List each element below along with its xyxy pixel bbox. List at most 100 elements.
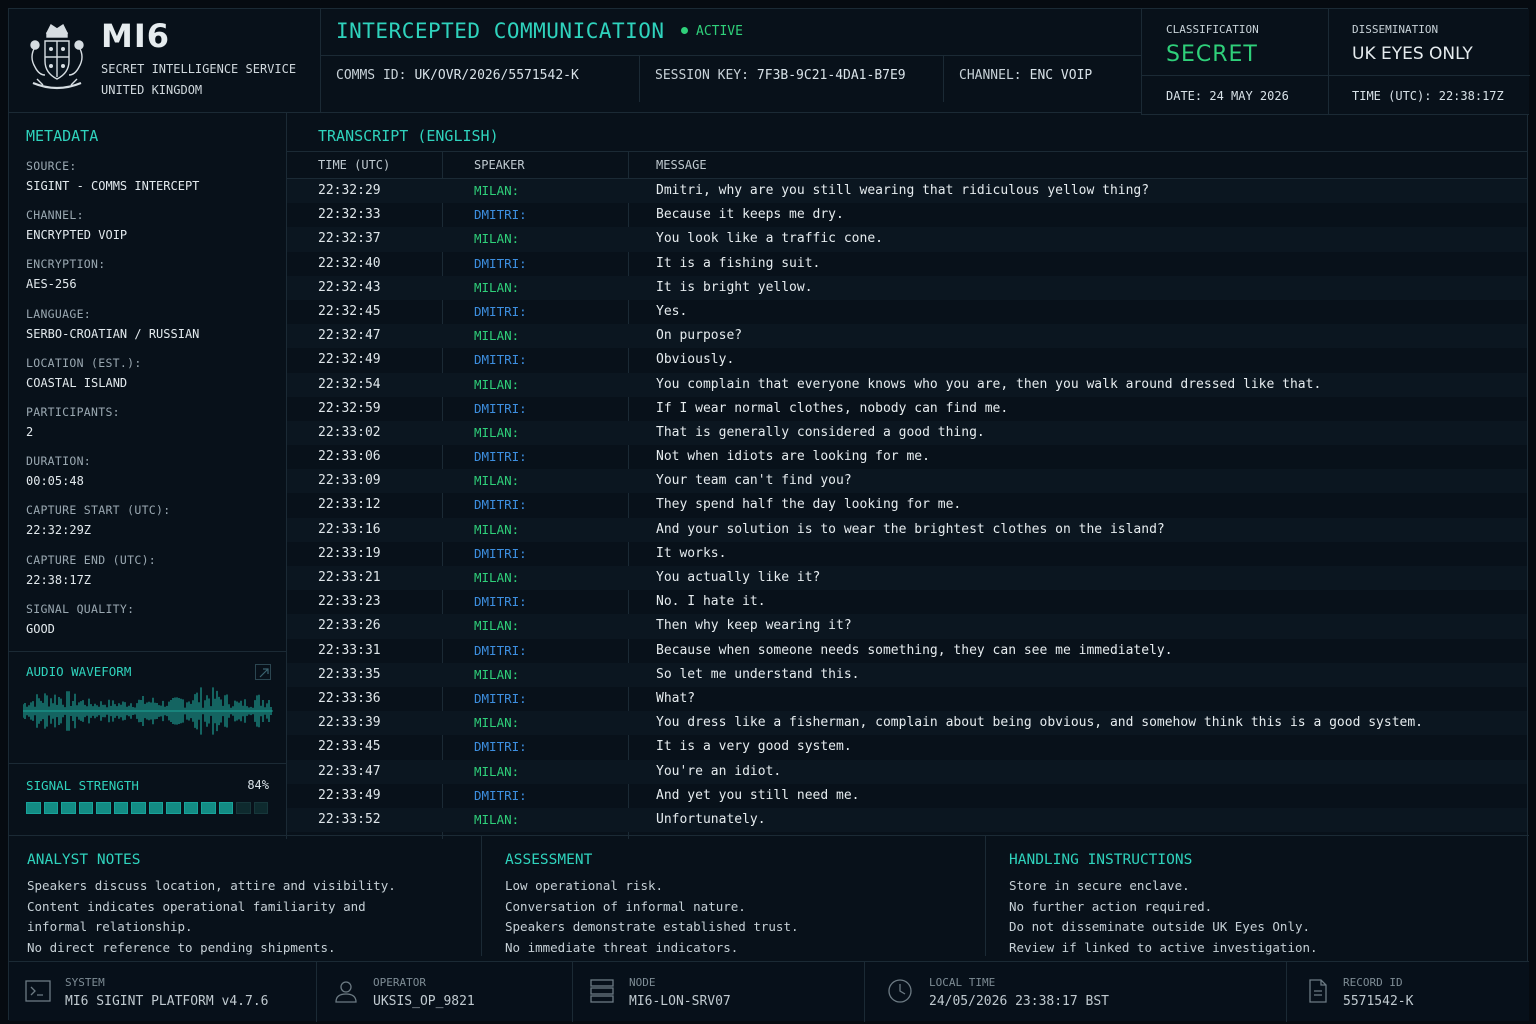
row-message: It is bright yellow.: [656, 279, 813, 295]
row-speaker: DMITRI:: [474, 255, 527, 271]
row-message: You dress like a fisherman, complain abo…: [656, 715, 1424, 731]
table-row[interactable]: 22:33:06 DMITRI: Not when idiots are looki…: [287, 445, 1527, 469]
transcript-rows: 22:32:29 MILAN: Dmitri, why are you still …: [287, 179, 1527, 833]
note-line: Content indicates operational familiarit…: [27, 898, 366, 914]
table-row[interactable]: 22:32:49 DMITRI: Obviously.: [287, 348, 1527, 372]
session-key-label: SESSION KEY:: [655, 68, 749, 83]
signal-segment: [201, 802, 216, 814]
system-label: SYSTEM: [65, 976, 105, 989]
row-message: On purpose?: [656, 328, 743, 344]
row-time: 22:32:29: [318, 183, 381, 198]
row-message: It is a fishing suit.: [656, 255, 821, 271]
comm-info-row: COMMS ID: UK/OVR/2026/5571542-K SESSION K…: [321, 55, 1141, 102]
table-row[interactable]: 22:33:12 DMITRI: They spend half the day l…: [287, 493, 1527, 517]
signal-strength-panel: SIGNAL STRENGTH 84%: [9, 763, 287, 839]
row-speaker: MILAN:: [474, 763, 520, 779]
server-icon: [590, 979, 614, 1003]
assessment-text: Low operational risk. Conversation of in…: [505, 876, 799, 958]
table-row[interactable]: 22:32:59 DMITRI: If I wear normal clothes,…: [287, 397, 1527, 421]
app-frame: MI6 SECRET INTELLIGENCE SERVICE UNITED K…: [8, 8, 1530, 1022]
record-id-label: RECORD ID: [1343, 976, 1403, 989]
column-header-message: MESSAGE: [656, 158, 707, 172]
footer-local-time: LOCAL TIME 24/05/2026 23:38:17 BST: [865, 962, 1287, 1022]
row-message: It works.: [656, 545, 727, 561]
table-row[interactable]: 22:32:43 MILAN: It is bright yellow.: [287, 275, 1527, 300]
table-row[interactable]: 22:33:09 MILAN: Your team can't find you?: [287, 469, 1527, 494]
table-row[interactable]: 22:33:16 MILAN: And your solution is to we…: [287, 517, 1527, 542]
row-speaker: MILAN:: [474, 183, 520, 198]
operator-value: UKSIS_OP_9821: [373, 994, 475, 1009]
record-id-value: 5571542-K: [1343, 994, 1414, 1009]
table-row[interactable]: 22:32:54 MILAN: You complain that everyone…: [287, 372, 1527, 397]
transcript-header-row: TIME (UTC) SPEAKER MESSAGE: [287, 151, 1527, 179]
footer-operator: OPERATOR UKSIS_OP_9821: [317, 962, 573, 1022]
handling-instructions-title: HANDLING INSTRUCTIONS: [1009, 852, 1193, 868]
table-row[interactable]: 22:32:29 MILAN: Dmitri, why are you still …: [287, 179, 1527, 204]
status-footer: SYSTEM MI6 SIGINT PLATFORM v4.7.6 OPERAT…: [9, 961, 1529, 1022]
table-row[interactable]: 22:33:52 MILAN: Unfortunately.: [287, 807, 1527, 833]
user-icon: [335, 981, 357, 1003]
notes-divider: [985, 836, 986, 956]
comms-id-field: COMMS ID: UK/OVR/2026/5571542-K: [321, 56, 640, 102]
row-message: If I wear normal clothes, nobody can fin…: [656, 400, 1009, 416]
table-row[interactable]: 22:32:33 DMITRI: Because it keeps me dry.: [287, 203, 1527, 227]
table-row[interactable]: 22:33:49 DMITRI: And yet you still need me…: [287, 784, 1527, 808]
table-row[interactable]: 22:32:45 DMITRI: Yes.: [287, 300, 1527, 324]
handling-instructions-text: Store in secure enclave. No further acti…: [1009, 876, 1318, 958]
row-message: Obviously.: [656, 352, 735, 368]
table-row[interactable]: 22:33:36 DMITRI: What?: [287, 687, 1527, 711]
analyst-notes-text: Speakers discuss location, attire and vi…: [27, 876, 396, 958]
row-speaker: MILAN:: [474, 570, 520, 585]
row-time: 22:33:19: [318, 545, 381, 561]
signal-segment: [166, 802, 181, 814]
table-row[interactable]: 22:33:23 DMITRI: No. I hate it.: [287, 590, 1527, 614]
metadata-key: CAPTURE END (UTC):: [26, 552, 157, 567]
table-row[interactable]: 22:33:35 MILAN: So let me understand this.: [287, 662, 1527, 687]
row-message: And your solution is to wear the brighte…: [656, 521, 1165, 537]
status-label: ACTIVE: [696, 24, 743, 39]
note-line: Speakers demonstrate established trust.: [505, 919, 799, 934]
row-speaker: MILAN:: [474, 376, 520, 392]
metadata-title: METADATA: [26, 127, 99, 145]
table-row[interactable]: 22:32:37 MILAN: You look like a traffic co…: [287, 227, 1527, 252]
channel-label: CHANNEL:: [959, 68, 1022, 83]
metadata-item: SOURCE: SIGINT - COMMS INTERCEPT: [26, 159, 199, 208]
table-row[interactable]: 22:33:47 MILAN: You're an idiot.: [287, 759, 1527, 784]
expand-icon[interactable]: [255, 664, 271, 680]
table-row[interactable]: 22:33:31 DMITRI: Because when someone need…: [287, 639, 1527, 663]
notes-divider: [481, 836, 482, 956]
metadata-key: LANGUAGE:: [26, 306, 92, 321]
assessment-title: ASSESSMENT: [505, 852, 593, 868]
row-message: That is generally considered a good thin…: [656, 424, 985, 440]
signal-strength-value: 84%: [247, 778, 269, 792]
row-message: Because when someone needs something, th…: [656, 642, 1173, 658]
signal-segment: [131, 802, 146, 814]
table-row[interactable]: 22:32:47 MILAN: On purpose?: [287, 324, 1527, 349]
row-speaker: DMITRI:: [474, 787, 527, 803]
table-row[interactable]: 22:33:21 MILAN: You actually like it?: [287, 566, 1527, 591]
note-line: Review if linked to active investigation…: [1009, 939, 1318, 955]
document-icon: [1309, 979, 1327, 1003]
date-label: DATE:: [1166, 89, 1203, 103]
signal-segment: [78, 802, 93, 814]
metadata-key: DURATION:: [26, 454, 92, 469]
row-time: 22:32:45: [318, 303, 381, 319]
table-row[interactable]: 22:33:45 DMITRI: It is a very good system.: [287, 735, 1527, 759]
row-time: 22:32:59: [318, 400, 381, 416]
metadata-value: 22:38:17Z: [26, 572, 92, 587]
note-line: Store in secure enclave.: [1009, 878, 1190, 893]
note-line: Conversation of informal nature.: [505, 898, 746, 914]
table-row[interactable]: 22:33:26 MILAN: Then why keep wearing it?: [287, 614, 1527, 639]
table-row[interactable]: 22:33:19 DMITRI: It works.: [287, 542, 1527, 566]
royal-crest-icon: [30, 23, 84, 90]
row-message: What?: [656, 690, 696, 706]
signal-segment: [253, 802, 268, 814]
time-value: 22:38:17Z: [1438, 89, 1504, 103]
table-row[interactable]: 22:32:40 DMITRI: It is a fishing suit.: [287, 252, 1527, 276]
table-row[interactable]: 22:33:02 MILAN: That is generally consider…: [287, 420, 1527, 446]
table-row[interactable]: 22:33:39 MILAN: You dress like a fisherman…: [287, 711, 1527, 736]
row-time: 22:33:35: [318, 666, 381, 682]
footer-record-id: RECORD ID 5571542-K: [1287, 962, 1529, 1022]
row-time: 22:33:06: [318, 449, 381, 465]
metadata-value: GOOD: [26, 621, 55, 636]
